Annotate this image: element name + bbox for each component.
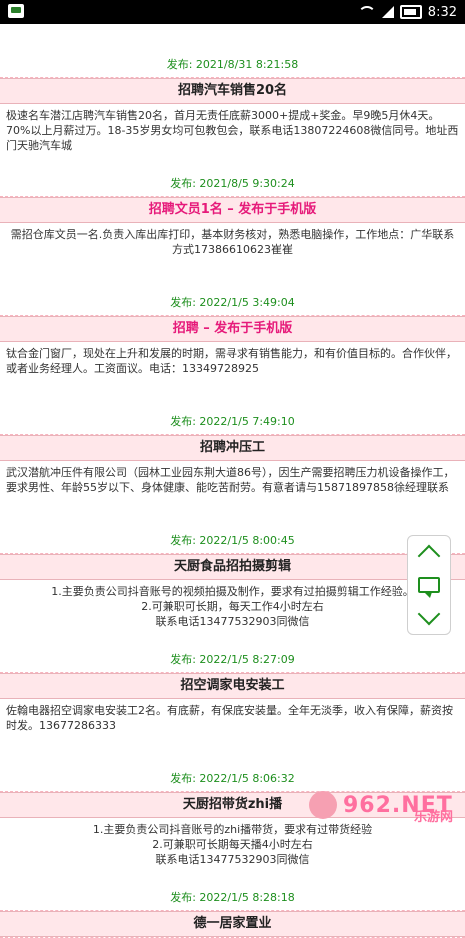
status-time: 8:32 bbox=[427, 4, 457, 20]
publish-date: 发布: 2022/1/5 7:49:10 bbox=[170, 415, 295, 428]
battery-icon bbox=[399, 5, 422, 19]
scroll-up-button[interactable] bbox=[413, 540, 445, 568]
job-description: 佐翰电器招空调家电安装工2名。有底薪，有保底安装量。全年无淡季，收入有保障，薪资… bbox=[6, 704, 453, 732]
job-listing: 招聘冲压工武汉潜航冲压件有限公司（园林工业园东荆大道86号），因生产需要招聘压力… bbox=[0, 435, 465, 554]
publish-date: 发布: 2022/1/5 8:28:18 bbox=[170, 891, 295, 904]
job-title[interactable]: 德一居家置业 bbox=[0, 911, 465, 937]
job-title[interactable]: 招聘汽车销售20名 bbox=[0, 78, 465, 104]
wifi-icon bbox=[357, 6, 376, 18]
job-description: 需招仓库文员一名.负责入库出库打印，基本财务核对，熟悉电脑操作，工作地点：广华联… bbox=[10, 228, 455, 256]
job-listing: 招聘 – 发布于手机版 钛合金门窗厂，现处在上升和发展的时期，需寻求有销售能力，和… bbox=[0, 316, 465, 435]
job-title[interactable]: 天厨食品招拍摄剪辑 bbox=[0, 554, 465, 580]
publish-date: 发布: 2022/1/5 8:27:09 bbox=[170, 653, 295, 666]
job-title[interactable]: 招空调家电安装工 bbox=[0, 673, 465, 699]
job-description: 极速名车潜江店聘汽车销售20名，首月无责任底薪3000+提成+奖金。早9晚5月休… bbox=[6, 109, 459, 152]
chat-icon bbox=[418, 577, 440, 598]
job-listing: 招聘文员1名 – 发布于手机版 需招仓库文员一名.负责入库出库打印，基本财务核对，… bbox=[0, 197, 465, 316]
job-description: 1.主要负责公司抖音账号的视频拍摄及制作，要求有过拍摄剪辑工作经验。 2.可兼职可… bbox=[51, 585, 414, 628]
app-notification-icon bbox=[8, 4, 24, 18]
status-icons: 8:32 bbox=[357, 4, 457, 20]
watermark-sub: 乐游网 bbox=[413, 810, 453, 825]
publish-date: 发布: 2022/1/5 8:00:45 bbox=[170, 534, 295, 547]
job-description: 武汉潜航冲压件有限公司（园林工业园东荆大道86号），因生产需要招聘压力机设备操作… bbox=[6, 466, 455, 494]
publish-date: 发布: 2021/8/5 9:30:24 bbox=[170, 177, 295, 190]
chevron-down-icon bbox=[417, 602, 441, 626]
job-description: 钛合金门窗厂，现处在上升和发展的时期，需寻求有销售能力，和有价值目标的。合作伙伴… bbox=[6, 347, 457, 375]
job-listing: 招聘汽车销售20名极速名车潜江店聘汽车销售20名，首月无责任底薪3000+提成+… bbox=[0, 78, 465, 197]
publish-date: 发布: 2021/8/31 8:21:58 bbox=[166, 58, 299, 71]
job-title[interactable]: 招聘冲压工 bbox=[0, 435, 465, 461]
job-listing: 天厨食品招拍摄剪辑 1.主要负责公司抖音账号的视频拍摄及制作，要求有过拍摄剪辑工作… bbox=[0, 554, 465, 673]
job-listing: 招空调家电安装工 佐翰电器招空调家电安装工2名。有底薪，有保底安装量。全年无淡季，… bbox=[0, 673, 465, 792]
chat-button[interactable] bbox=[413, 572, 445, 598]
watermark-logo bbox=[309, 791, 337, 819]
chevron-up-icon bbox=[417, 544, 441, 568]
job-description: 1.主要负责公司抖音账号的zhi播带货，要求有过带货经验 2.可兼职可长期每天播4… bbox=[92, 823, 373, 866]
job-title[interactable]: 招聘 – 发布于手机版 bbox=[0, 316, 465, 342]
job-listing: 德一居家置业 bbox=[0, 911, 465, 938]
floating-actions bbox=[407, 535, 451, 635]
job-title[interactable]: 招聘文员1名 – 发布于手机版 bbox=[0, 197, 465, 223]
status-bar: 8:32 bbox=[0, 0, 465, 24]
scroll-down-button[interactable] bbox=[413, 602, 445, 630]
site-watermark: 962.NET 乐游网 bbox=[309, 785, 459, 825]
signal-icon bbox=[381, 6, 394, 18]
publish-date: 发布: 2022/1/5 3:49:04 bbox=[170, 296, 295, 309]
